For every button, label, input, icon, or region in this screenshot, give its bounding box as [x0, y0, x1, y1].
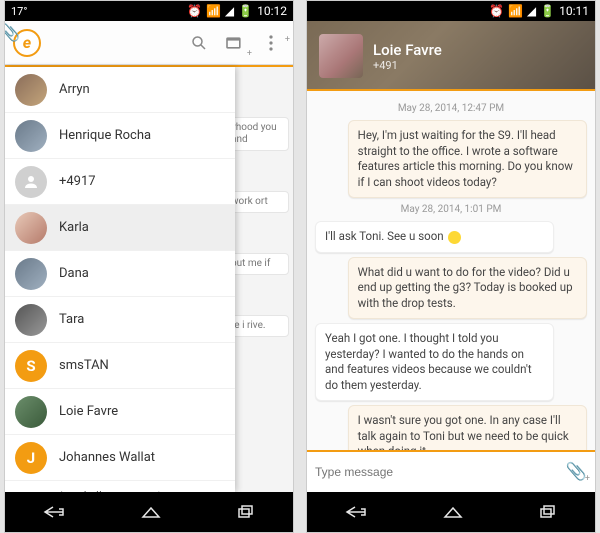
status-icons: ⏰ 📶 ◢ 🔋: [187, 4, 253, 18]
accent-divider: [307, 89, 595, 91]
contact-drawer[interactable]: Arryn Henrique Rocha +4917 Karla Dana: [5, 67, 235, 492]
phone-right: ⏰ 📶 ◢ 🔋 10:11 Loie Favre +491 May 28, 20…: [306, 0, 596, 533]
contact-avatar[interactable]: [319, 34, 363, 78]
nav-recent-icon[interactable]: [237, 505, 255, 519]
attach-icon[interactable]: 📎+: [566, 462, 587, 482]
android-navbar: [5, 492, 293, 532]
contact-row-johannes[interactable]: J Johannes Wallat: [5, 435, 235, 481]
avatar: [15, 304, 47, 336]
android-navbar: [307, 492, 595, 532]
avatar: [15, 212, 47, 244]
contact-row-number[interactable]: +4917: [5, 159, 235, 205]
phone-left: 17° ⏰ 📶 ◢ 🔋 10:12 e + yhood you and work…: [4, 0, 294, 533]
nav-back-icon[interactable]: [43, 505, 65, 519]
contact-name: Dana: [59, 266, 89, 281]
attach-icon[interactable]: 📎+: [4, 23, 287, 43]
smile-emoji-icon: [448, 231, 461, 244]
load-more-button[interactable]: Load all conversations: [5, 481, 235, 492]
contact-row-tara[interactable]: Tara: [5, 297, 235, 343]
status-bar: ⏰ 📶 ◢ 🔋 10:11: [307, 1, 595, 21]
wifi-icon: 📶: [508, 4, 523, 18]
nav-back-icon[interactable]: [345, 505, 367, 519]
wifi-icon: 📶: [206, 4, 221, 18]
avatar: [15, 258, 47, 290]
alarm-icon: ⏰: [489, 4, 504, 18]
message-timestamp: May 28, 2014, 1:01 PM: [315, 204, 587, 215]
status-temp: 17°: [11, 5, 27, 18]
message-list[interactable]: May 28, 2014, 12:47 PM Hey, I'm just wait…: [307, 91, 595, 450]
contact-row-loie[interactable]: Loie Favre: [5, 389, 235, 435]
message-input[interactable]: [315, 465, 558, 479]
conversation-header[interactable]: Loie Favre +491: [307, 21, 595, 91]
conversation-title: Loie Favre: [373, 41, 442, 59]
contact-name: Johannes Wallat: [59, 450, 155, 465]
signal-icon: ◢: [225, 4, 234, 18]
conversations-pane: yhood you and work ort but me if re i ri…: [5, 67, 293, 492]
contact-row-arryn[interactable]: Arryn: [5, 67, 235, 113]
message-outgoing[interactable]: Hey, I'm just waiting for the S9. I'll h…: [348, 120, 587, 198]
avatar: [15, 74, 47, 106]
message-outgoing[interactable]: What did u want to do for the video? Did…: [348, 257, 587, 320]
conversation-subtitle: +491: [373, 59, 442, 72]
avatar: [15, 120, 47, 152]
contact-name: smsTAN: [59, 358, 109, 373]
message-composer: 📎+: [307, 450, 595, 492]
bg-snippet: but me if: [227, 253, 289, 275]
message-timestamp: May 28, 2014, 12:47 PM: [315, 103, 587, 114]
contact-name: Arryn: [59, 82, 90, 97]
message-outgoing[interactable]: I wasn't sure you got one. In any case I…: [348, 405, 587, 450]
avatar-placeholder-icon: [15, 166, 47, 198]
contact-row-dana[interactable]: Dana: [5, 251, 235, 297]
battery-icon: 🔋: [238, 4, 253, 18]
message-incoming[interactable]: Yeah I got one. I thought I told you yes…: [315, 323, 554, 401]
status-bar: 17° ⏰ 📶 ◢ 🔋 10:12: [5, 1, 293, 21]
avatar-letter: S: [15, 350, 47, 382]
bg-snippet: re i rive.: [227, 315, 289, 337]
bg-snippet: yhood you and: [227, 117, 289, 151]
status-clock: 10:12: [257, 4, 287, 18]
contact-row-henrique[interactable]: Henrique Rocha: [5, 113, 235, 159]
battery-icon: 🔋: [540, 4, 555, 18]
contact-row-karla[interactable]: Karla: [5, 205, 235, 251]
status-icons: ⏰ 📶 ◢ 🔋: [489, 4, 555, 18]
nav-recent-icon[interactable]: [539, 505, 557, 519]
message-incoming[interactable]: I'll ask Toni. See u soon: [315, 221, 554, 253]
status-clock: 10:11: [559, 4, 589, 18]
nav-home-icon[interactable]: [443, 505, 463, 519]
nav-home-icon[interactable]: [141, 505, 161, 519]
contact-name: +4917: [59, 174, 96, 189]
signal-icon: ◢: [527, 4, 536, 18]
contact-row-smstan[interactable]: S smsTAN: [5, 343, 235, 389]
contact-name: Karla: [59, 220, 89, 235]
avatar-letter: J: [15, 442, 47, 474]
bg-snippet: work ort: [227, 191, 289, 213]
contact-name: Tara: [59, 312, 84, 327]
avatar: [15, 396, 47, 428]
contact-name: Henrique Rocha: [59, 128, 151, 143]
alarm-icon: ⏰: [187, 4, 202, 18]
contact-name: Loie Favre: [59, 404, 118, 419]
plus-badge-icon: +: [247, 49, 252, 59]
